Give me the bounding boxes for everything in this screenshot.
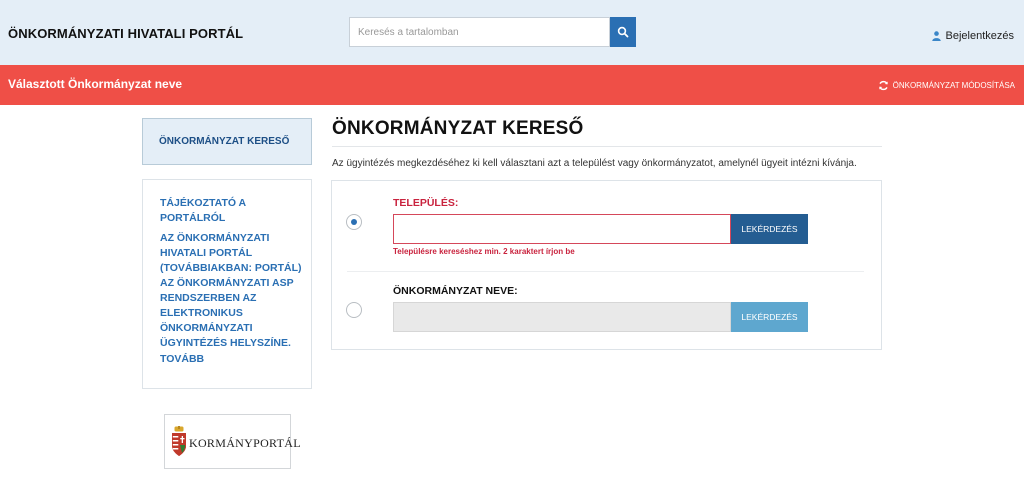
info-text-line: ÖNKORMÁNYZATI: [160, 322, 253, 334]
login-label: Bejelentkezés: [945, 30, 1015, 42]
search-button[interactable]: [610, 17, 636, 47]
info-text-line: AZ ÖNKORMÁNYZATI: [160, 232, 270, 244]
info-text-line: ÜGYINTÉZÉS HELYSZÍNE.: [160, 337, 291, 349]
search-icon: [617, 26, 629, 38]
info-text-line: ELEKTRONIKUS: [160, 307, 243, 319]
modify-municipality-link[interactable]: ÖNKORMÁNYZAT MÓDOSÍTÁSA: [878, 80, 1015, 91]
settlement-query-button[interactable]: LEKÉRDEZÉS: [731, 214, 808, 244]
settlement-input[interactable]: [393, 214, 731, 244]
settlement-label: TELEPÜLÉS:: [393, 197, 459, 209]
settlement-radio[interactable]: [346, 214, 362, 230]
modify-municipality-label: ÖNKORMÁNYZAT MÓDOSÍTÁSA: [892, 81, 1015, 90]
kormanyportal-logo[interactable]: KORMÁNYPORTÁL: [164, 414, 301, 469]
sidebar-info-box: TÁJÉKOZTATÓ A PORTÁLRÓL AZ ÖNKORMÁNYZATI…: [142, 179, 312, 389]
refresh-icon: [878, 80, 888, 91]
more-link[interactable]: TOVÁBB: [160, 352, 310, 367]
site-title: ÖNKORMÁNYZATI HIVATALI PORTÁL: [8, 26, 244, 41]
kormanyportal-logo-text: KORMÁNYPORTÁL: [189, 436, 301, 450]
title-divider: [332, 146, 882, 147]
search-form-panel: TELEPÜLÉS: LEKÉRDEZÉS Településre keresé…: [331, 180, 882, 350]
info-text-line: RENDSZERBEN AZ: [160, 292, 257, 304]
municipality-bar: Választott Önkormányzat neve ÖNKORMÁNYZA…: [0, 65, 1024, 105]
form-divider: [347, 271, 864, 272]
settlement-error-message: Településre kereséshez min. 2 karaktert …: [393, 247, 575, 256]
search-input[interactable]: [349, 17, 610, 47]
info-title-line[interactable]: PORTÁLRÓL: [160, 211, 310, 226]
municipality-query-button[interactable]: LEKÉRDEZÉS: [731, 302, 808, 332]
sidebar-item-municipality-search[interactable]: ÖNKORMÁNYZAT KERESŐ: [142, 118, 312, 165]
selected-municipality-name: Választott Önkormányzat neve: [8, 77, 183, 91]
page-title: ÖNKORMÁNYZAT KERESŐ: [332, 118, 584, 139]
login-link[interactable]: Bejelentkezés: [931, 30, 1015, 42]
user-icon: [931, 31, 941, 41]
site-header: ÖNKORMÁNYZATI HIVATALI PORTÁL Bejelentke…: [0, 0, 1024, 65]
radio-selected-dot: [351, 219, 357, 225]
info-title-line[interactable]: TÁJÉKOZTATÓ A: [160, 196, 310, 211]
info-text-line: (TOVÁBBIAKBAN: PORTÁL): [160, 262, 302, 274]
intro-text: Az ügyintézés megkezdéséhez ki kell vála…: [332, 158, 857, 169]
municipality-radio[interactable]: [346, 302, 362, 318]
municipality-name-input[interactable]: [393, 302, 731, 332]
coat-of-arms-icon: [172, 426, 186, 456]
info-text-line: AZ ÖNKORMÁNYZATI ASP: [160, 277, 294, 289]
info-text-line: HIVATALI PORTÁL: [160, 247, 253, 259]
municipality-name-label: ÖNKORMÁNYZAT NEVE:: [393, 285, 518, 297]
